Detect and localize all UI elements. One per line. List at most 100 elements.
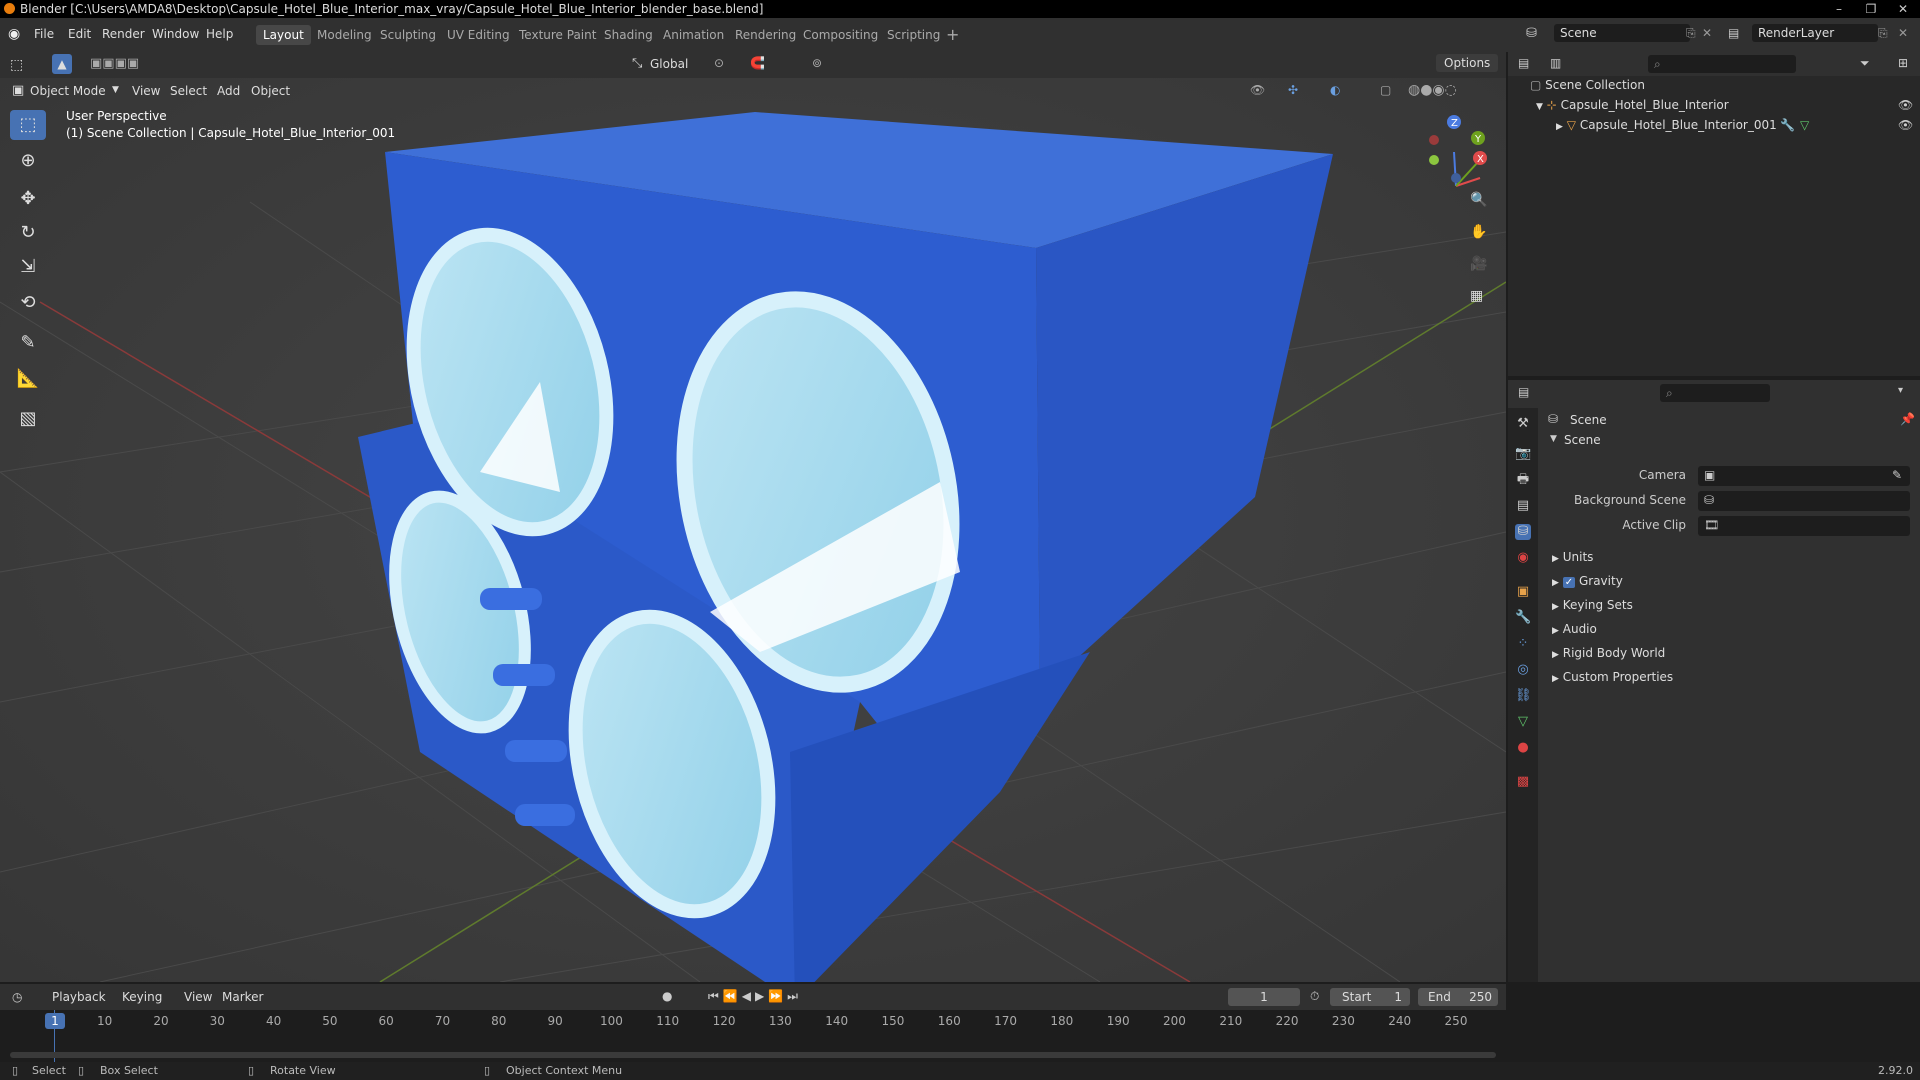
playhead-marker[interactable]: 1 — [45, 1013, 65, 1029]
annotate-tool-icon[interactable]: ✎ — [10, 328, 46, 358]
editor-type-icon[interactable]: ⬚ — [10, 57, 23, 73]
tab-layout[interactable]: Layout — [256, 25, 311, 45]
menu-view[interactable]: View — [184, 990, 212, 1004]
scale-tool-icon[interactable]: ⇲ — [10, 252, 46, 282]
zoom-icon[interactable]: 🔍 — [1470, 192, 1487, 208]
cursor-tool-icon[interactable]: ⊕ — [10, 146, 46, 176]
new-scene-icon[interactable]: ⎘ — [1686, 26, 1696, 41]
tab-compositing[interactable]: Compositing — [796, 25, 885, 45]
menu-add[interactable]: Add — [217, 84, 240, 98]
tab-rendering[interactable]: Rendering — [728, 25, 803, 45]
menu-render[interactable]: Render — [102, 27, 145, 41]
add-cube-tool-icon[interactable]: ▧ — [10, 404, 46, 434]
expand-arrow-icon[interactable]: ▼ — [1536, 102, 1543, 112]
new-collection-icon[interactable]: ⊞ — [1898, 56, 1908, 70]
options-button[interactable]: Options — [1436, 54, 1499, 72]
measure-tool-icon[interactable]: 📐 — [10, 364, 46, 394]
move-tool-icon[interactable]: ✥ — [10, 184, 46, 214]
timeline-editor-icon[interactable]: ◷ — [12, 990, 22, 1004]
transform-tool-icon[interactable]: ⟲ — [10, 288, 46, 318]
snap-icon[interactable]: 🧲 — [750, 56, 765, 70]
camera-view-icon[interactable]: 🎥 — [1470, 256, 1487, 272]
mode-dropdown[interactable]: Object Mode — [30, 84, 106, 98]
tab-animation[interactable]: Animation — [656, 25, 731, 45]
current-frame-field[interactable]: 1 — [1228, 988, 1300, 1006]
material-tab-icon[interactable]: ● — [1515, 740, 1531, 756]
active-clip-field[interactable]: 🎞 — [1698, 516, 1910, 536]
expand-arrow-icon[interactable]: ▶ — [1556, 122, 1563, 132]
scene-tab-icon[interactable]: ⛁ — [1515, 524, 1531, 540]
menu-edit[interactable]: Edit — [68, 27, 91, 41]
menu-window[interactable]: Window — [152, 27, 199, 41]
delete-view-layer-icon[interactable]: ✕ — [1898, 26, 1908, 40]
record-icon[interactable]: ● — [662, 989, 672, 1003]
selection-mode-icons[interactable]: ▣▣▣▣ — [90, 56, 139, 71]
pivot-icon[interactable]: ⊙ — [714, 56, 724, 70]
rigid-body-world-subpanel[interactable]: ▶ Rigid Body World — [1552, 646, 1665, 660]
3d-viewport[interactable]: Z X Y ⬚ ▲ ▣▣▣▣ ⤡ Global ⊙ 🧲 ⊚ Options ▣ … — [0, 52, 1506, 982]
data-tab-icon[interactable]: ▽ — [1515, 714, 1531, 730]
menu-file[interactable]: File — [34, 27, 54, 41]
delete-scene-icon[interactable]: ✕ — [1702, 26, 1712, 40]
viewport-scene[interactable]: Z X Y — [0, 52, 1506, 982]
visibility-eye-icon[interactable]: 👁 — [1898, 98, 1913, 112]
world-tab-icon[interactable]: ◉ — [1515, 550, 1531, 566]
new-view-layer-icon[interactable]: ⎘ — [1878, 26, 1888, 41]
tab-scripting[interactable]: Scripting — [880, 25, 947, 45]
pan-hand-icon[interactable]: ✋ — [1470, 224, 1487, 240]
units-subpanel[interactable]: ▶ Units — [1552, 550, 1593, 564]
minimize-button[interactable]: – — [1824, 0, 1854, 18]
keying-sets-subpanel[interactable]: ▶ Keying Sets — [1552, 598, 1633, 612]
rotate-tool-icon[interactable]: ↻ — [10, 218, 46, 248]
menu-view[interactable]: View — [132, 84, 160, 98]
gravity-subpanel[interactable]: ▶ ✓ Gravity — [1552, 574, 1623, 588]
shading-mode-icons[interactable]: ◍●◉◌ — [1408, 82, 1457, 98]
timeline-ruler[interactable]: 10 20 30 40 50 60 70 80 90 100 110 120 130 140 150 160 1… — [0, 1010, 1506, 1062]
camera-field[interactable]: ▣ ✎ — [1698, 466, 1910, 486]
menu-help[interactable]: Help — [206, 27, 233, 41]
object-tab-icon[interactable]: ▣ — [1515, 584, 1531, 600]
menu-keying[interactable]: Keying — [122, 990, 162, 1004]
audio-subpanel[interactable]: ▶ Audio — [1552, 622, 1597, 636]
tab-texture-paint[interactable]: Texture Paint — [512, 25, 603, 45]
particles-tab-icon[interactable]: ⁘ — [1515, 636, 1531, 652]
visibility-eye-icon[interactable]: 👁 — [1898, 118, 1913, 132]
view-layer-tab-icon[interactable]: ▤ — [1515, 498, 1531, 514]
menu-marker[interactable]: Marker — [222, 990, 263, 1004]
select-box-tool[interactable]: ⬚ — [10, 110, 46, 140]
physics-tab-icon[interactable]: ◎ — [1515, 662, 1531, 678]
ortho-grid-icon[interactable]: ▦ — [1470, 288, 1483, 304]
close-button[interactable]: ✕ — [1888, 0, 1918, 18]
select-mode-icon[interactable]: ▲ — [52, 54, 72, 74]
view-layer-selector[interactable]: RenderLayer — [1752, 24, 1878, 42]
outliner-item[interactable]: ▶ ▽ Capsule_Hotel_Blue_Interior_001 — [1556, 118, 1777, 132]
chevron-down-icon[interactable]: ▾ — [1898, 385, 1903, 396]
constraints-tab-icon[interactable]: ⛓ — [1515, 688, 1532, 704]
scene-selector[interactable]: Scene — [1554, 24, 1690, 42]
blender-menu-icon[interactable]: ◉ — [8, 26, 20, 42]
menu-playback[interactable]: Playback — [52, 990, 106, 1004]
tab-shading[interactable]: Shading — [597, 25, 660, 45]
xray-icon[interactable]: ▢ — [1380, 83, 1391, 97]
tab-modeling[interactable]: Modeling — [310, 25, 379, 45]
timeline-scrollbar[interactable] — [10, 1052, 1496, 1058]
texture-tab-icon[interactable]: ▩ — [1515, 774, 1531, 790]
eyedropper-icon[interactable]: ✎ — [1892, 468, 1902, 482]
modifier-wrench-icon[interactable]: 🔧 — [1780, 118, 1795, 132]
overlay-toggle-icon[interactable]: ◐ — [1330, 83, 1340, 97]
gizmo-toggle-icon[interactable]: ✣ — [1288, 83, 1298, 97]
outliner-search-input[interactable]: ⌕ — [1648, 55, 1796, 73]
tab-uv-editing[interactable]: UV Editing — [440, 25, 517, 45]
menu-select[interactable]: Select — [170, 84, 207, 98]
outliner-editor-icon[interactable]: ▤ — [1518, 56, 1529, 70]
outliner-item[interactable]: ▼ ⊹ Capsule_Hotel_Blue_Interior — [1536, 98, 1729, 112]
gravity-checkbox[interactable]: ✓ — [1562, 577, 1576, 588]
output-tab-icon[interactable]: 🖶 — [1515, 472, 1531, 488]
scene-panel-header[interactable]: ▼ Scene — [1538, 430, 1920, 452]
proportional-edit-icon[interactable]: ⊚ — [812, 56, 822, 70]
end-frame-field[interactable]: End 250 — [1418, 988, 1498, 1006]
custom-properties-subpanel[interactable]: ▶ Custom Properties — [1552, 670, 1673, 684]
pin-icon[interactable]: 📌 — [1900, 412, 1915, 426]
properties-search-input[interactable]: ⌕ — [1660, 384, 1770, 402]
visibility-icon[interactable]: 👁 — [1250, 83, 1265, 97]
